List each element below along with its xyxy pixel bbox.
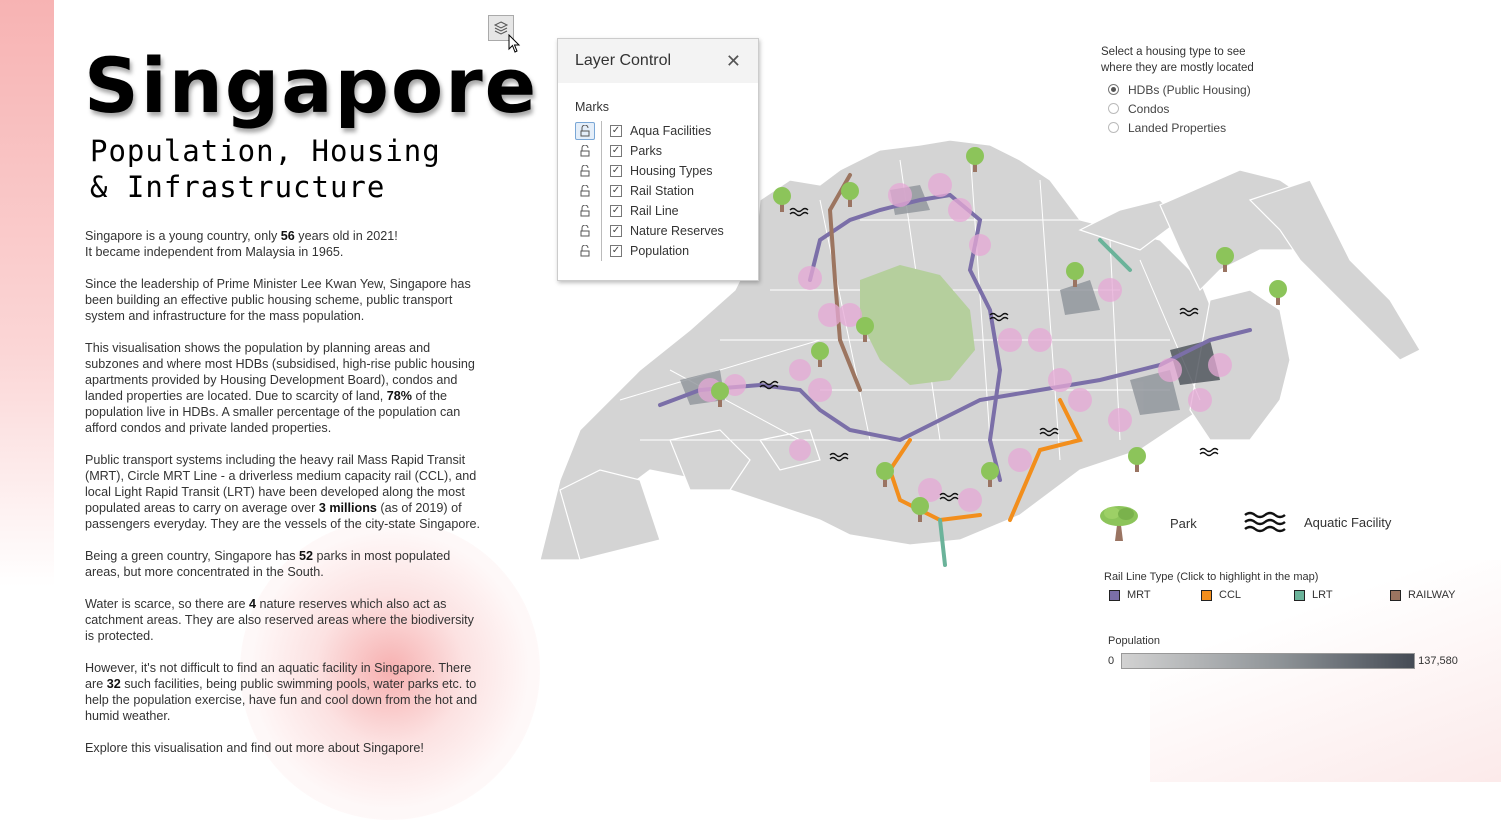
page-title: Singapore <box>84 41 539 130</box>
mouse-cursor-icon <box>508 34 521 53</box>
rail-legend-items: MRT CCL LRT RAILWAY <box>1104 589 1464 609</box>
icon-legend: Park Aquatic Facility <box>1098 503 1428 543</box>
story-paragraph: Explore this visualisation and find out … <box>85 741 424 755</box>
story-paragraph: Public transport systems including the h… <box>85 453 481 531</box>
tree-icon <box>1269 280 1287 305</box>
story-paragraph: Since the leadership of Prime Minister L… <box>85 277 471 323</box>
population-scale: 0 137,580 <box>1108 653 1458 669</box>
layer-row-rail-station: ✓ Rail Station <box>575 181 755 201</box>
population-max: 137,580 <box>1418 655 1458 667</box>
legend-aquatic: Aquatic Facility <box>1244 511 1391 533</box>
layer-label: Rail Line <box>630 204 679 218</box>
unlock-icon[interactable] <box>575 242 595 260</box>
layer-label: Aqua Facilities <box>630 124 712 138</box>
layers-icon <box>493 21 509 35</box>
rail-legend-label: CCL <box>1219 589 1242 601</box>
radio-condos[interactable]: Condos <box>1101 99 1254 118</box>
housing-type-filter: Select a housing type to see where they … <box>1101 44 1254 137</box>
legend-aquatic-label: Aquatic Facility <box>1304 514 1392 530</box>
legend-park: Park <box>1098 503 1197 543</box>
rail-line-legend: Rail Line Type (Click to highlight in th… <box>1104 571 1464 609</box>
subtitle-line-2: & Infrastructure <box>90 170 386 204</box>
radio-label: Condos <box>1128 101 1170 116</box>
radio-label: Landed Properties <box>1128 120 1227 135</box>
layer-control-header: Layer Control ✕ <box>558 39 758 83</box>
unlock-icon[interactable] <box>575 202 595 220</box>
layer-label: Housing Types <box>630 164 713 178</box>
story-paragraph: Water is scarce, so there are 4 nature r… <box>85 597 474 643</box>
population-legend: Population 0 137,580 <box>1108 635 1458 669</box>
unlock-icon[interactable] <box>575 182 595 200</box>
radio-button[interactable] <box>1108 103 1119 114</box>
radio-button[interactable] <box>1108 84 1119 95</box>
story-paragraph: Being a green country, Singapore has 52 … <box>85 549 451 579</box>
housing-filter-heading: Select a housing type to see where they … <box>1101 46 1254 74</box>
unlock-icon[interactable] <box>575 142 595 160</box>
radio-hdbs[interactable]: HDBs (Public Housing) <box>1101 80 1254 99</box>
unlock-icon[interactable] <box>575 162 595 180</box>
layer-row-aqua-facilities: ✓ Aqua Facilities <box>575 121 755 141</box>
tree-icon <box>1128 447 1146 472</box>
story-paragraph: However, it's not difficult to find an a… <box>85 661 478 723</box>
layer-label: Population <box>630 244 690 258</box>
rail-legend-mrt[interactable]: MRT <box>1109 589 1151 601</box>
layer-checkbox[interactable]: ✓ <box>610 185 622 197</box>
layer-row-nature-reserves: ✓ Nature Reserves <box>575 221 755 241</box>
radio-landed-properties[interactable]: Landed Properties <box>1101 118 1254 137</box>
decorative-left-band <box>0 0 54 782</box>
close-icon[interactable]: ✕ <box>726 51 741 72</box>
layer-label: Rail Station <box>630 184 694 198</box>
rail-legend-railway[interactable]: RAILWAY <box>1390 589 1455 601</box>
layer-checkbox[interactable]: ✓ <box>610 245 622 257</box>
swatch-ccl <box>1201 589 1212 601</box>
population-min: 0 <box>1108 655 1115 667</box>
radio-label: HDBs (Public Housing) <box>1128 82 1251 97</box>
waves-icon <box>1244 511 1286 533</box>
radio-button[interactable] <box>1108 122 1119 133</box>
marks-section-label: Marks <box>575 100 610 114</box>
tree-icon <box>1100 506 1138 541</box>
layer-checkbox[interactable]: ✓ <box>610 125 622 137</box>
population-legend-title: Population <box>1108 635 1160 647</box>
layer-checkbox[interactable]: ✓ <box>610 225 622 237</box>
story-paragraph: This visualisation shows the population … <box>85 341 475 435</box>
swatch-mrt <box>1109 589 1120 601</box>
layer-checkbox[interactable]: ✓ <box>610 145 622 157</box>
layer-row-housing-types: ✓ Housing Types <box>575 161 755 181</box>
layer-checkbox[interactable]: ✓ <box>610 165 622 177</box>
page-subtitle: Population, Housing & Infrastructure <box>90 133 441 205</box>
layer-row-parks: ✓ Parks <box>575 141 755 161</box>
subtitle-line-1: Population, Housing <box>90 134 441 168</box>
rail-legend-label: LRT <box>1312 589 1333 601</box>
waves-icon <box>1199 447 1219 457</box>
population-gradient-bar <box>1121 653 1416 669</box>
story-paragraph: Singapore is a young country, only 56 ye… <box>85 229 398 259</box>
unlock-icon[interactable] <box>575 222 595 240</box>
layer-label: Parks <box>630 144 662 158</box>
story-text: Singapore is a young country, only 56 ye… <box>85 228 485 772</box>
layer-row-rail-line: ✓ Rail Line <box>575 201 755 221</box>
rail-legend-lrt[interactable]: LRT <box>1294 589 1333 601</box>
legend-park-label: Park <box>1170 515 1197 531</box>
unlock-icon[interactable] <box>575 122 595 140</box>
swatch-lrt <box>1294 589 1305 601</box>
rail-legend-ccl[interactable]: CCL <box>1201 589 1241 601</box>
rail-legend-label: MRT <box>1127 589 1151 601</box>
rail-legend-title: Rail Line Type (Click to highlight in th… <box>1104 571 1319 583</box>
layer-label: Nature Reserves <box>630 224 724 238</box>
layer-control-panel: Layer Control ✕ Marks ✓ Aqua Facilities … <box>557 38 759 281</box>
swatch-railway <box>1390 589 1401 601</box>
layer-row-population: ✓ Population <box>575 241 755 261</box>
layer-control-title: Layer Control <box>575 52 672 69</box>
layer-checkbox[interactable]: ✓ <box>610 205 622 217</box>
rail-legend-label: RAILWAY <box>1408 589 1456 601</box>
layer-list: ✓ Aqua Facilities ✓ Parks ✓ Housing Type… <box>575 121 755 261</box>
